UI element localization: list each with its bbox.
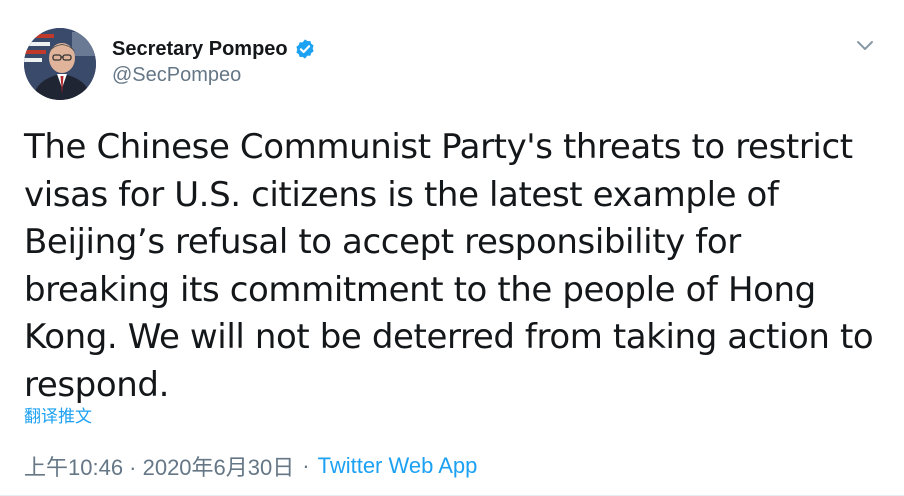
chevron-down-icon (857, 41, 873, 50)
translate-tweet-link[interactable]: 翻译推文 (24, 402, 92, 427)
metadata-separator: · (302, 453, 310, 478)
author-handle[interactable]: @SecPompeo (112, 64, 241, 87)
tweet-text: The Chinese Communist Party's threats to… (24, 127, 874, 405)
verified-badge-icon (294, 38, 316, 60)
avatar[interactable] (24, 28, 96, 100)
tweet-source-link[interactable]: Twitter Web App (318, 453, 478, 479)
tweet-metadata: 上午10:46 · 2020年6月30日 · Twitter Web App (24, 450, 477, 482)
tweet-card: Secretary Pompeo @SecPompeo The Chinese … (0, 0, 904, 496)
avatar-portrait-icon (24, 28, 96, 100)
author-display-name[interactable]: Secretary Pompeo (112, 38, 288, 61)
author-name-row[interactable]: Secretary Pompeo (112, 36, 316, 62)
tweet-timestamp[interactable]: 上午10:46 · 2020年6月30日 (24, 450, 294, 482)
tweet-menu-button[interactable] (854, 34, 876, 56)
